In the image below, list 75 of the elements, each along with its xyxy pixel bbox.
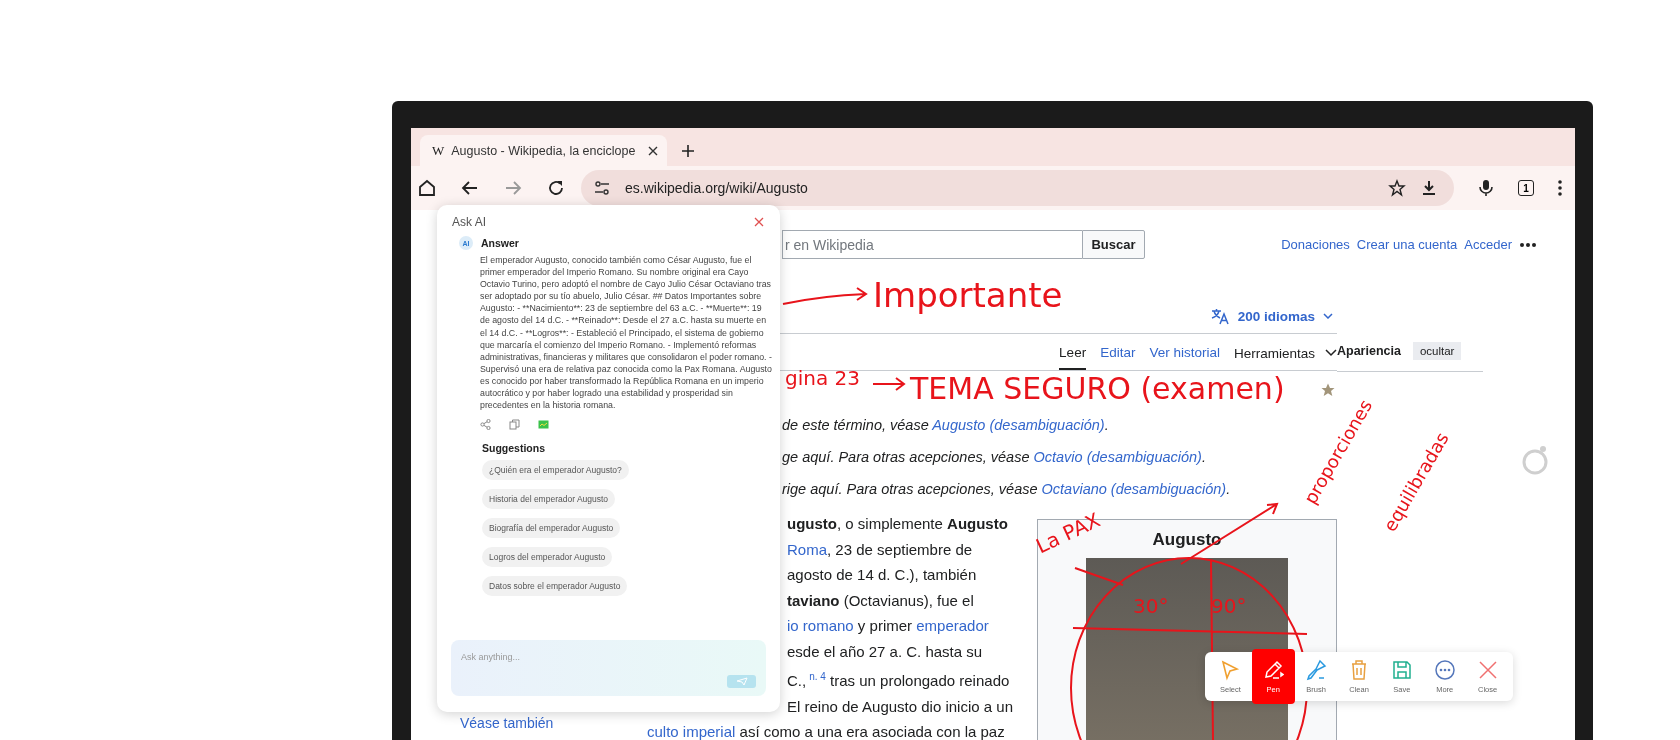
- article-text: io romano y primer emperador: [787, 616, 989, 636]
- ink-arrow: [872, 377, 906, 391]
- article-link[interactable]: io romano: [787, 617, 854, 634]
- reload-icon[interactable]: [546, 178, 566, 198]
- article-text: culto imperial así como a una era asociada con la paz: [647, 722, 1005, 740]
- handwritten-note: Importante: [873, 278, 1063, 312]
- pencil-icon: [1262, 659, 1285, 681]
- suggestion-chip[interactable]: Logros del emperador Augusto: [482, 547, 613, 568]
- suggestion-chip[interactable]: Datos sobre el emperador Augusto: [482, 576, 628, 597]
- url-text: es.wikipedia.org/wiki/Augusto: [625, 180, 808, 196]
- chevron-down-icon: [1325, 349, 1337, 357]
- tab-title: Augusto - Wikipedia, la enciclope: [451, 143, 637, 158]
- close-icon[interactable]: [647, 144, 659, 157]
- browser-tab[interactable]: W Augusto - Wikipedia, la enciclope: [420, 135, 667, 166]
- wikipedia-favicon: W: [432, 142, 445, 159]
- article-text: taviano (Octavianus), fue el: [787, 590, 974, 611]
- header-link[interactable]: Donaciones: [1281, 237, 1350, 252]
- infobox-title: Augusto: [1152, 529, 1222, 551]
- share-icon[interactable]: [480, 419, 491, 431]
- article-text: agosto de 14 d. C.), también: [787, 565, 977, 585]
- article-text: C., $^{n. 4}$ tras un prolongado reinado: [787, 670, 1010, 691]
- hide-button[interactable]: ocultar: [1412, 342, 1462, 360]
- article-link[interactable]: emperador: [916, 617, 989, 634]
- brush-icon: [1305, 659, 1328, 681]
- article-text: esde el año 27 a. C. hasta su: [787, 641, 983, 662]
- suggestion-chip[interactable]: ¿Quién era el emperador Augusto?: [482, 460, 629, 481]
- tab-count[interactable]: 1: [1518, 180, 1534, 196]
- suggestion-chip[interactable]: Biografía del emperador Augusto: [482, 518, 621, 539]
- page-tab[interactable]: Ver historial: [1149, 334, 1220, 370]
- languages-button[interactable]: 200 idiomas: [1209, 307, 1337, 325]
- microphone-icon[interactable]: [1477, 178, 1495, 198]
- appearance-heading: Apariencia: [1337, 344, 1401, 358]
- close-icon: [1476, 659, 1499, 681]
- article-link[interactable]: culto imperial: [647, 723, 736, 740]
- menu-icon[interactable]: [1557, 179, 1563, 197]
- chevron-down-icon: [1323, 313, 1333, 319]
- panel-title: Ask AI: [452, 215, 486, 229]
- star-icon[interactable]: [1321, 383, 1335, 397]
- handwritten-note: La PAX: [1032, 509, 1103, 557]
- ask-input-field[interactable]: Ask anything...: [451, 640, 766, 696]
- sidebar-link[interactable]: Véase también: [460, 715, 554, 731]
- hatnote-text: de este término, véase Augusto (desambiguación).: [782, 416, 1110, 435]
- article-link[interactable]: Roma: [787, 540, 827, 558]
- send-icon: [735, 677, 748, 686]
- article-text: Roma, 23 de septiembre de: [787, 539, 973, 560]
- answer-heading: Answer: [481, 237, 519, 249]
- search-field[interactable]: r en Wikipedia: [782, 230, 1082, 259]
- suggestion-chip[interactable]: Historia del emperador Augusto: [482, 489, 616, 510]
- footnote-link[interactable]: n. 4: [809, 671, 826, 682]
- suggestions-heading: Suggestions: [482, 442, 546, 455]
- article-text: ugusto, o simplemente Augusto: [787, 514, 1008, 534]
- answer-text: El emperador Augusto, conocido también como César Augusto, fue el primer emperador del Imperio Romano. Su nombre original era Cayo Octavio Turino, pero adoptó el nombre de Cayo Julio César Octaviano tras ser adoptado por su tío abuelo, Julio César. ## Datos Importantes sobre Augusto: - **Nacimiento**: 23 de septiembre del 63 a.C. - **Muerte**: 19 de agosto del 14 d.C. - **Reinado**: Desde el 27 a.C. hasta su muerte en el 14 d.C. - **Logros**: - Estableció el Principado, el sistema de gobierno que marcaría el comienzo del Imperio Romano. - Implementó reformas administrativas, financieras y militares que consolidaron el poder romano. - Supervisó una era de relativa paz conocida como la Pax Romana. Augusto es conocido por haber transformado la República Romana en un imperio autocrático y por haber logrado una estabilidad y prosperidad sin precedentes en la historia romana.: [480, 254, 772, 412]
- handwritten-note: 30°: [1133, 596, 1169, 616]
- handwritten-note: 90°: [1211, 596, 1247, 616]
- more-icon[interactable]: [1519, 241, 1537, 248]
- tune-icon[interactable]: [593, 179, 611, 197]
- handwritten-note: gina 23: [785, 368, 860, 388]
- page-tab[interactable]: Leer: [1059, 334, 1087, 370]
- article-link[interactable]: Augusto (desambiguación): [932, 417, 1105, 433]
- translate-icon: [1209, 307, 1230, 325]
- header-link[interactable]: Acceder: [1464, 237, 1512, 252]
- page-tab[interactable]: Editar: [1100, 334, 1136, 370]
- article-link[interactable]: Octaviano (desambiguación): [1041, 481, 1227, 497]
- article-link[interactable]: Octavio (desambiguación): [1033, 449, 1202, 465]
- article-text: El reino de Augusto dio inicio a un: [787, 696, 1013, 717]
- home-icon[interactable]: [417, 178, 437, 198]
- search-button[interactable]: Buscar: [1082, 230, 1145, 259]
- address-bar[interactable]: es.wikipedia.org/wiki/Augusto: [581, 170, 1454, 206]
- tools-menu[interactable]: Herramientas: [1233, 334, 1337, 370]
- new-tab-icon[interactable]: [681, 144, 695, 158]
- handwritten-note: TEMA SEGURO (examen): [910, 374, 1285, 404]
- header-link[interactable]: Crear una cuenta: [1356, 237, 1458, 252]
- more-icon: [1433, 659, 1456, 681]
- download-icon[interactable]: [1420, 179, 1438, 197]
- star-icon[interactable]: [1388, 179, 1406, 197]
